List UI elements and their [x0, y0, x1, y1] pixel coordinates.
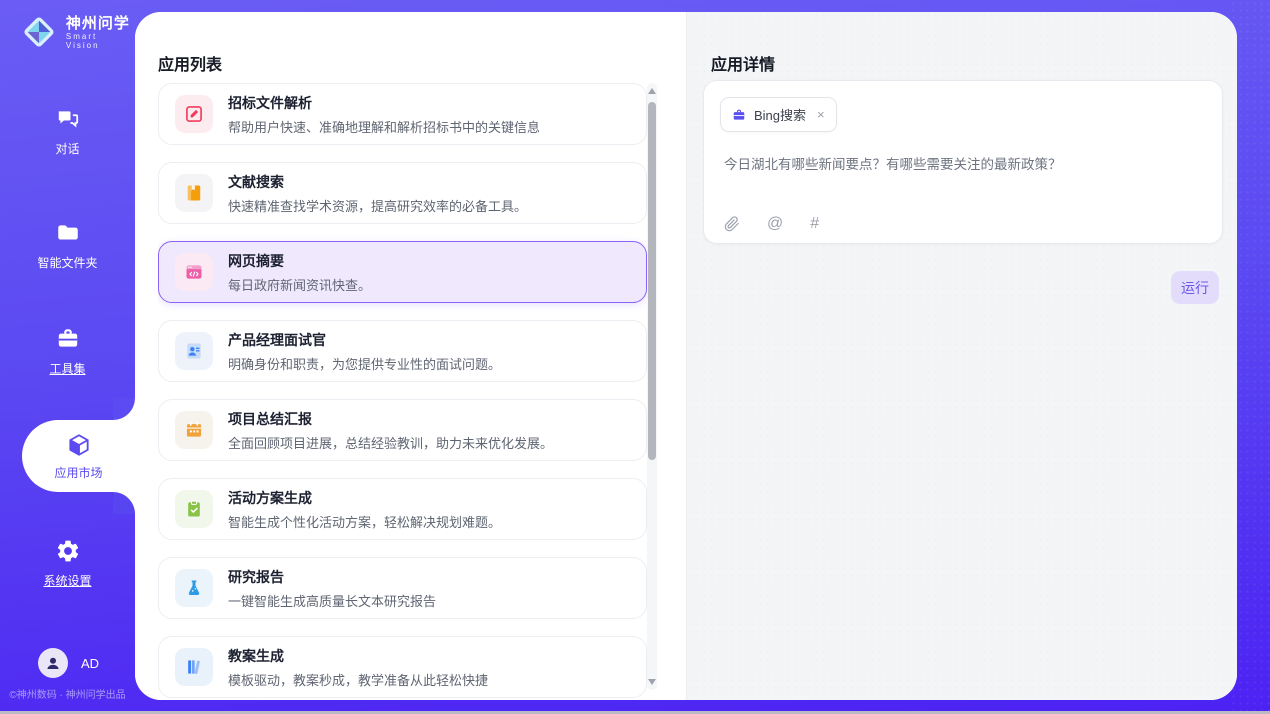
tool-tag-bing-search[interactable]: Bing搜索 ×	[720, 97, 837, 132]
app-window: 神州问学 Smart Vision 对话智能文件夹工具集应用市场系统设置 AD …	[0, 0, 1270, 714]
interview-icon	[175, 332, 213, 370]
tool-tag-label: Bing搜索	[754, 105, 806, 124]
tab-curve-top	[113, 398, 135, 420]
calendar-icon	[175, 411, 213, 449]
sidebar-item-label: 智能文件夹	[37, 254, 97, 271]
app-list-title: 应用列表	[158, 51, 222, 75]
sidebar-item-app-market[interactable]: 应用市场	[22, 420, 135, 492]
app-card-title: 招标文件解析	[228, 93, 540, 113]
book-icon	[175, 174, 213, 212]
app-list-section: 应用列表 招标文件解析帮助用户快速、准确地理解和解析招标书中的关键信息文献搜索快…	[135, 12, 686, 700]
prompt-card: Bing搜索 × 今日湖北有哪些新闻要点？有哪些需要关注的最新政策？ @ #	[703, 80, 1223, 244]
brand-logo: 神州问学 Smart Vision	[20, 13, 135, 51]
app-card-desc: 每日政府新闻资讯快查。	[228, 275, 371, 294]
app-card-title: 产品经理面试官	[228, 330, 501, 350]
brand-tagline: Smart Vision	[66, 32, 135, 50]
sidebar: 神州问学 Smart Vision 对话智能文件夹工具集应用市场系统设置 AD …	[0, 0, 135, 714]
app-card-desc: 帮助用户快速、准确地理解和解析招标书中的关键信息	[228, 117, 540, 136]
clipboard-icon	[175, 490, 213, 528]
hash-icon[interactable]: #	[810, 216, 819, 232]
app-card-5[interactable]: 项目总结汇报全面回顾项目进展，总结经验教训，助力未来优化发展。	[158, 399, 647, 461]
briefcase-icon	[732, 108, 746, 122]
prompt-input[interactable]: 今日湖北有哪些新闻要点？有哪些需要关注的最新政策？	[724, 153, 1202, 173]
app-card-title: 项目总结汇报	[228, 409, 553, 429]
books-icon	[175, 648, 213, 686]
run-button[interactable]: 运行	[1171, 271, 1219, 304]
sidebar-item-folders[interactable]: 智能文件夹	[0, 220, 135, 271]
chat-icon	[55, 106, 81, 132]
sidebar-footer: ©神州数码 · 神州问学出品	[0, 686, 135, 701]
gear-icon	[55, 538, 81, 564]
app-card-title: 研究报告	[228, 567, 436, 587]
mention-icon[interactable]: @	[767, 216, 783, 232]
app-card-1[interactable]: 招标文件解析帮助用户快速、准确地理解和解析招标书中的关键信息	[158, 83, 647, 145]
browser-icon	[175, 253, 213, 291]
user-account[interactable]: AD	[38, 648, 99, 678]
app-card-7[interactable]: 研究报告一键智能生成高质量长文本研究报告	[158, 557, 647, 619]
cube-icon	[66, 432, 92, 458]
flask-icon	[175, 569, 213, 607]
sidebar-item-chat[interactable]: 对话	[0, 106, 135, 157]
app-card-8[interactable]: 教案生成模板驱动，教案秒成，教学准备从此轻松快捷	[158, 636, 647, 698]
app-card-desc: 明确身份和职责，为您提供专业性的面试问题。	[228, 354, 501, 373]
brand-name: 神州问学	[66, 15, 135, 32]
toolbox-icon	[55, 326, 81, 352]
app-card-title: 活动方案生成	[228, 488, 501, 508]
scroll-up-arrow[interactable]	[648, 88, 656, 94]
avatar	[38, 648, 68, 678]
sidebar-item-settings[interactable]: 系统设置	[0, 538, 135, 589]
person-icon	[44, 654, 62, 672]
sidebar-item-label: 应用市场	[54, 464, 102, 481]
scroll-thumb[interactable]	[648, 102, 656, 460]
app-list: 招标文件解析帮助用户快速、准确地理解和解析招标书中的关键信息文献搜索快速精准查找…	[158, 83, 647, 700]
sidebar-item-label: 系统设置	[43, 572, 91, 589]
app-card-title: 文献搜索	[228, 172, 527, 192]
app-card-desc: 智能生成个性化活动方案，轻松解决规划难题。	[228, 512, 501, 531]
app-card-desc: 一键智能生成高质量长文本研究报告	[228, 591, 436, 610]
edit-doc-icon	[175, 95, 213, 133]
app-detail-section: 应用详情 Bing搜索 × 今日湖北有哪些新闻要点？有哪些需要关注的最新政策？	[686, 12, 1237, 700]
app-card-2[interactable]: 文献搜索快速精准查找学术资源，提高研究效率的必备工具。	[158, 162, 647, 224]
app-card-3[interactable]: 网页摘要每日政府新闻资讯快查。	[158, 241, 647, 303]
app-list-scrollbar[interactable]	[647, 83, 657, 690]
scroll-down-arrow[interactable]	[648, 679, 656, 685]
tab-curve-bottom	[113, 492, 135, 514]
attachment-icon[interactable]	[724, 216, 740, 232]
app-card-desc: 快速精准查找学术资源，提高研究效率的必备工具。	[228, 196, 527, 215]
diamond-logo-icon	[20, 13, 58, 51]
app-card-desc: 模板驱动，教案秒成，教学准备从此轻松快捷	[228, 670, 488, 689]
prompt-toolbar: @ #	[724, 216, 819, 232]
user-label: AD	[81, 656, 99, 671]
app-card-title: 网页摘要	[228, 251, 371, 271]
folder-icon	[55, 220, 81, 246]
sidebar-item-label: 对话	[55, 140, 79, 157]
app-card-desc: 全面回顾项目进展，总结经验教训，助力未来优化发展。	[228, 433, 553, 452]
app-card-title: 教案生成	[228, 646, 488, 666]
main-panel: 应用列表 招标文件解析帮助用户快速、准确地理解和解析招标书中的关键信息文献搜索快…	[135, 12, 1237, 700]
app-card-4[interactable]: 产品经理面试官明确身份和职责，为您提供专业性的面试问题。	[158, 320, 647, 382]
app-detail-title: 应用详情	[711, 51, 775, 75]
sidebar-item-label: 工具集	[49, 360, 85, 377]
sidebar-item-tools[interactable]: 工具集	[0, 326, 135, 377]
tag-close-icon[interactable]: ×	[817, 107, 825, 122]
app-card-6[interactable]: 活动方案生成智能生成个性化活动方案，轻松解决规划难题。	[158, 478, 647, 540]
